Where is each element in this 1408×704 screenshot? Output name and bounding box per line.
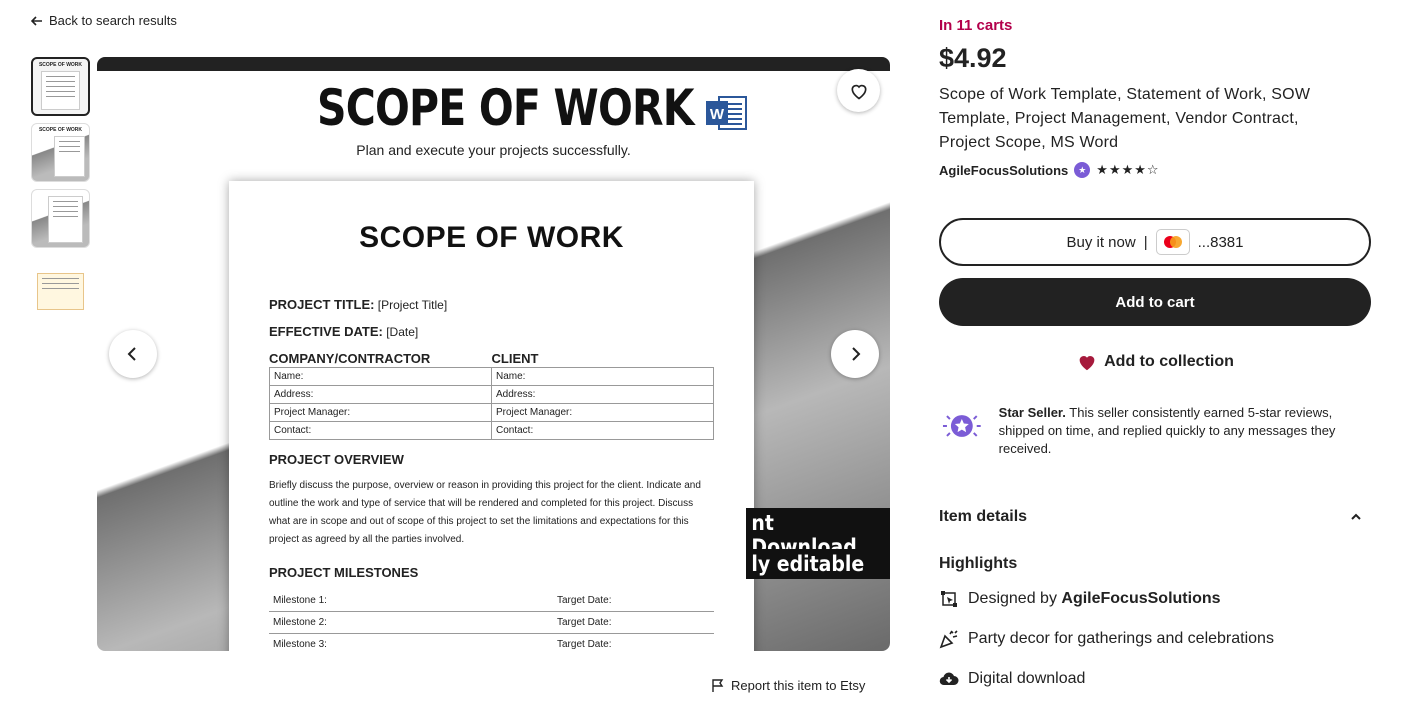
report-label: Report this item to Etsy bbox=[731, 678, 866, 693]
party-decor-text: Party decor for gatherings and celebrati… bbox=[968, 630, 1274, 647]
thumbnail-1[interactable]: SCOPE OF WORK bbox=[31, 57, 90, 116]
svg-text:W: W bbox=[710, 106, 725, 123]
heart-outline-icon bbox=[850, 84, 867, 99]
highlights-heading: Highlights bbox=[939, 555, 1018, 572]
design-tool-icon bbox=[941, 591, 957, 607]
highlight-digital-download: Digital download bbox=[939, 669, 1085, 689]
add-to-collection-label: Add to collection bbox=[1104, 353, 1234, 370]
doc-info-table: Name: Name: Address: Address: Project Mana… bbox=[269, 367, 714, 440]
highlight-designed-by: Designed by AgileFocusSolutions bbox=[939, 589, 1221, 609]
thumbnail-2[interactable]: SCOPE OF WORK bbox=[31, 123, 90, 182]
ms-word-icon: W bbox=[706, 96, 747, 130]
seller-name-link[interactable]: AgileFocusSolutions bbox=[939, 163, 1068, 178]
previous-image-button[interactable] bbox=[109, 330, 157, 378]
cloud-download-icon bbox=[939, 672, 959, 686]
buy-it-now-button[interactable]: Buy it now | ...8381 bbox=[939, 218, 1371, 266]
doc-overview-heading: PROJECT OVERVIEW bbox=[269, 452, 404, 467]
star-seller-section: Star Seller. This seller consistently ea… bbox=[939, 404, 1371, 458]
thumbnail-title: SCOPE OF WORK bbox=[38, 62, 83, 68]
star-seller-icon bbox=[942, 415, 981, 437]
doc-title: SCOPE OF WORK bbox=[359, 221, 624, 254]
thumbnail-doc bbox=[54, 136, 85, 177]
highlight-party-decor: Party decor for gatherings and celebrati… bbox=[939, 629, 1274, 649]
back-link-label: Back to search results bbox=[49, 13, 177, 28]
add-to-collection-button[interactable]: Add to collection bbox=[939, 351, 1371, 373]
back-to-search-link[interactable]: Back to search results bbox=[31, 13, 177, 28]
item-details-toggle[interactable]: Item details bbox=[939, 508, 1371, 526]
price: $4.92 bbox=[939, 43, 1007, 73]
designer-link[interactable]: AgileFocusSolutions bbox=[1061, 590, 1220, 607]
doc-milestones-heading: PROJECT MILESTONES bbox=[269, 565, 419, 580]
thumbnail-title: SCOPE OF WORK bbox=[38, 127, 83, 133]
designed-by-text: Designed by AgileFocusSolutions bbox=[968, 590, 1221, 607]
next-image-button[interactable] bbox=[831, 330, 879, 378]
doc-milestones-table: Milestone 1: Target Date: Milestone 2: Tar… bbox=[269, 590, 714, 651]
chevron-right-icon bbox=[852, 347, 861, 361]
product-title: Scope of Work Template, Statement of Wor… bbox=[939, 86, 1311, 151]
separator: | bbox=[1143, 233, 1148, 251]
image-banner-editable: ly editable bbox=[746, 549, 890, 579]
thumbnail-doc bbox=[48, 196, 83, 243]
party-popper-icon bbox=[939, 630, 958, 649]
seller-line: AgileFocusSolutions ★ ★★★★☆ bbox=[939, 162, 1160, 178]
doc-columns: COMPANY/CONTRACTOR CLIENT bbox=[269, 351, 714, 366]
main-product-image[interactable]: SCOPE OF WORK W Plan and execute your pr… bbox=[97, 57, 890, 651]
heart-filled-icon bbox=[1079, 356, 1095, 371]
doc-project-title: PROJECT TITLE: [Project Title] bbox=[269, 297, 448, 312]
table-row: Milestone 2: Target Date: bbox=[269, 611, 714, 634]
doc-col-client: CLIENT bbox=[491, 351, 539, 366]
report-item-link[interactable]: Report this item to Etsy bbox=[711, 678, 865, 693]
item-details-label: Item details bbox=[939, 508, 1028, 525]
table-row: Milestone 3: Target Date: bbox=[269, 633, 714, 651]
image-subtitle: Plan and execute your projects successfu… bbox=[356, 142, 631, 158]
rating-stars[interactable]: ★★★★☆ bbox=[1096, 162, 1159, 178]
document-preview: SCOPE OF WORK PROJECT TITLE: [Project Ti… bbox=[229, 181, 754, 651]
table-row: Milestone 1: Target Date: bbox=[269, 590, 714, 612]
chevron-left-icon bbox=[127, 347, 136, 361]
doc-overview-text: Briefly discuss the purpose, overview or… bbox=[269, 480, 701, 545]
doc-effective-date: EFFECTIVE DATE: [Date] bbox=[269, 324, 419, 339]
favorite-button[interactable] bbox=[837, 69, 880, 112]
star-seller-text: Star Seller. This seller consistently ea… bbox=[998, 405, 1336, 456]
thumbnail-doc bbox=[41, 71, 80, 110]
chevron-up-icon bbox=[1351, 513, 1361, 520]
in-carts-badge: In 11 carts bbox=[939, 17, 1013, 34]
digital-download-text: Digital download bbox=[968, 670, 1086, 687]
star-seller-badge-icon: ★ bbox=[1074, 162, 1091, 178]
add-to-cart-button[interactable]: Add to cart bbox=[939, 278, 1371, 326]
image-title: SCOPE OF WORK bbox=[317, 79, 695, 137]
image-top-bar bbox=[97, 57, 890, 71]
doc-col-company: COMPANY/CONTRACTOR bbox=[269, 351, 431, 366]
mastercard-icon bbox=[1155, 229, 1190, 255]
thumbnail-list: SCOPE OF WORK SCOPE OF WORK bbox=[31, 57, 91, 321]
flag-icon bbox=[712, 678, 724, 692]
arrow-left-icon bbox=[31, 15, 42, 26]
thumbnail-doc bbox=[37, 273, 84, 310]
thumbnail-4[interactable] bbox=[31, 255, 90, 314]
thumbnail-3[interactable] bbox=[31, 189, 90, 248]
buy-now-label: Buy it now bbox=[1066, 233, 1136, 251]
card-last4: ...8381 bbox=[1197, 233, 1244, 251]
